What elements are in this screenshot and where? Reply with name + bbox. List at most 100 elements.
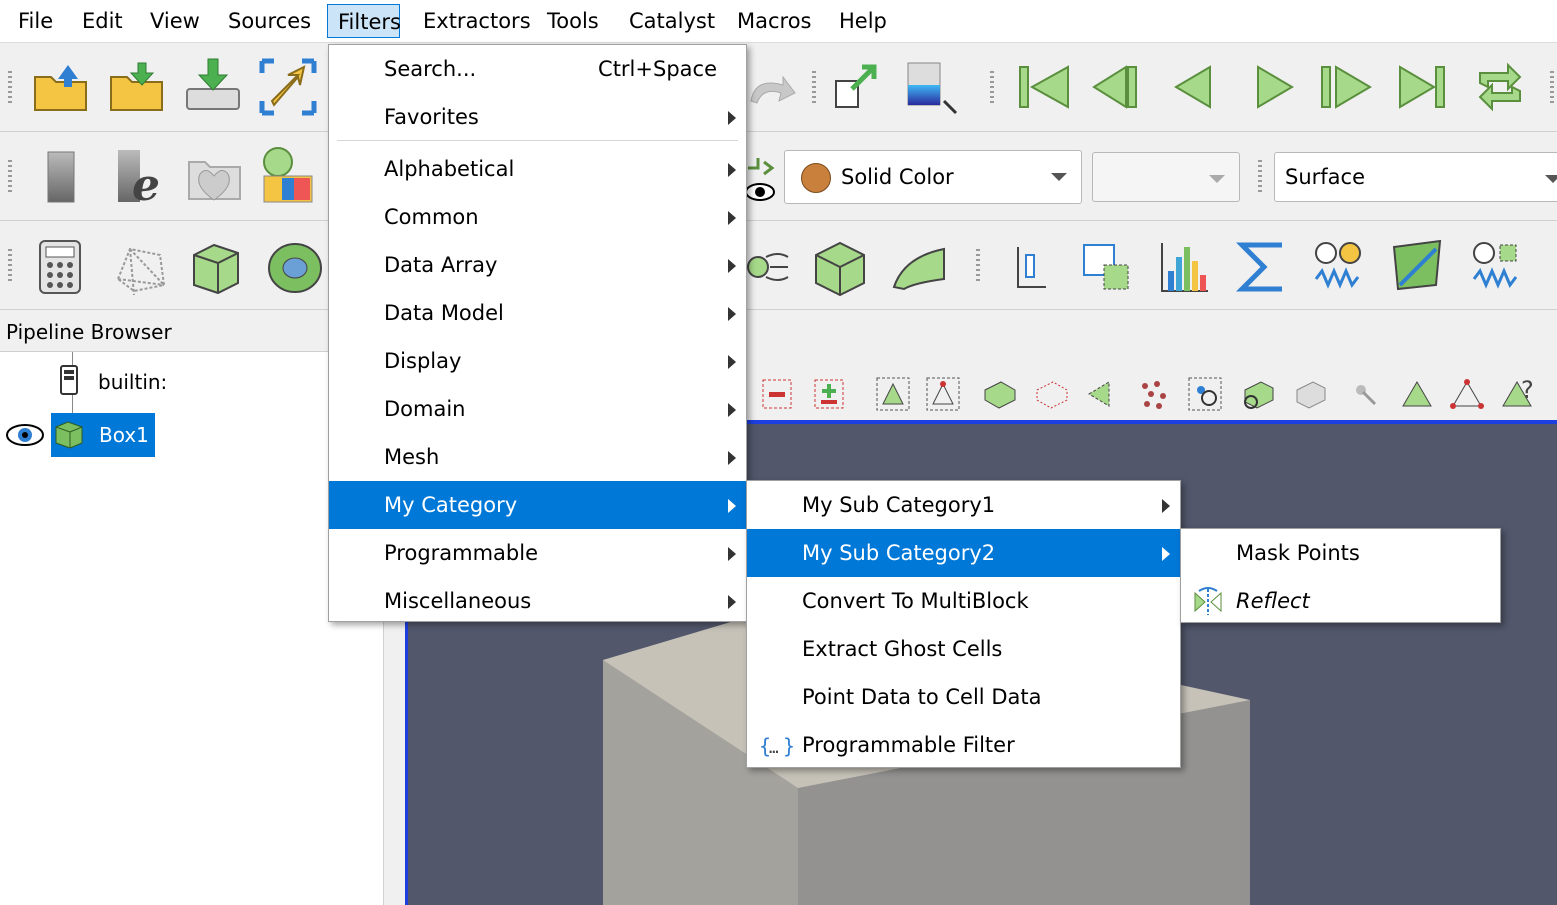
menu-item-mesh[interactable]: Mesh: [329, 433, 746, 481]
select-points-polygon-icon[interactable]: [1351, 380, 1379, 408]
visibility-eye-icon[interactable]: [744, 156, 776, 204]
menu-item-reflect[interactable]: Reflect: [1181, 577, 1500, 625]
menu-bar: File Edit View Sources Filters Extractor…: [0, 0, 1557, 43]
toolbar-grip[interactable]: [1550, 71, 1554, 105]
menu-item-convert-to-multiblock[interactable]: Convert To MultiBlock: [747, 577, 1180, 625]
hover-cells-icon[interactable]: [1239, 376, 1275, 412]
select-cells-frustum-icon[interactable]: [981, 376, 1017, 412]
connect-icon[interactable]: [258, 57, 318, 117]
plot-over-time-icon[interactable]: [1312, 239, 1368, 295]
menu-item-domain[interactable]: Domain: [329, 385, 746, 433]
color-bar-icon[interactable]: [44, 150, 78, 204]
toolbar-grip[interactable]: [8, 249, 12, 283]
warp-icon[interactable]: [890, 243, 948, 291]
stream-tracer-icon[interactable]: [746, 245, 790, 291]
menu-item-data-array[interactable]: Data Array: [329, 241, 746, 289]
menu-item-common[interactable]: Common: [329, 193, 746, 241]
play-icon[interactable]: [1254, 63, 1298, 111]
menu-item-label: Domain: [384, 397, 466, 421]
menu-item-point-data-to-cell-data[interactable]: Point Data to Cell Data: [747, 673, 1180, 721]
remove-selection-icon[interactable]: [761, 378, 793, 410]
coloring-combo[interactable]: Solid Color: [784, 150, 1082, 204]
grow-selection-icon[interactable]: [813, 378, 845, 410]
selection-help-icon[interactable]: ?: [1499, 376, 1539, 412]
extract-subset-icon[interactable]: [812, 239, 868, 297]
menu-item-favorites[interactable]: Favorites: [329, 93, 746, 141]
menu-catalyst[interactable]: Catalyst: [619, 4, 725, 38]
pipeline-item-box1[interactable]: Box1: [51, 413, 155, 457]
menu-item-programmable[interactable]: Programmable: [329, 529, 746, 577]
select-cells-polygon-icon[interactable]: [1291, 376, 1327, 412]
menu-filters[interactable]: Filters: [327, 4, 401, 38]
calculator-icon[interactable]: [36, 239, 84, 297]
menu-tools[interactable]: Tools: [537, 4, 609, 38]
toolbar-grip[interactable]: [990, 71, 994, 105]
menu-item-programmable-filter[interactable]: { … } Programmable Filter: [747, 721, 1180, 769]
menu-item-data-model[interactable]: Data Model: [329, 289, 746, 337]
menu-help[interactable]: Help: [829, 4, 897, 38]
menu-item-alphabetical[interactable]: Alphabetical: [329, 145, 746, 193]
previous-frame-icon[interactable]: [1090, 63, 1148, 111]
select-points-frustum-icon[interactable]: [1033, 376, 1069, 412]
probe-line-icon[interactable]: [1010, 243, 1050, 291]
menu-item-my-sub-category2[interactable]: My Sub Category2: [747, 529, 1180, 577]
select-block-icon[interactable]: [1083, 376, 1119, 412]
toolbar-grip[interactable]: [812, 71, 816, 105]
menu-item-miscellaneous[interactable]: Miscellaneous: [329, 577, 746, 625]
menu-view[interactable]: View: [140, 4, 210, 38]
menu-item-my-sub-category1[interactable]: My Sub Category1: [747, 481, 1180, 529]
camera-reset-icon[interactable]: [832, 59, 884, 115]
first-frame-icon[interactable]: [1016, 63, 1072, 111]
plot-selection-over-time-icon[interactable]: [1470, 239, 1526, 295]
save-data-icon[interactable]: [184, 57, 242, 113]
plot-over-line-icon[interactable]: [1390, 237, 1446, 297]
open-file-icon[interactable]: [32, 59, 90, 113]
menu-item-my-category[interactable]: My Category: [329, 481, 746, 529]
menu-edit[interactable]: Edit: [72, 4, 133, 38]
redo-icon[interactable]: [745, 67, 797, 111]
toolbar-grip[interactable]: [8, 160, 12, 194]
contour-icon[interactable]: [112, 239, 168, 295]
select-triangle-icon[interactable]: [1449, 376, 1485, 412]
menu-item-label: Programmable Filter: [802, 733, 1015, 757]
save-state-icon[interactable]: [108, 59, 166, 113]
menu-sources[interactable]: Sources: [218, 4, 321, 38]
menu-item-search[interactable]: Search... Ctrl+Space: [329, 45, 746, 93]
step-back-icon[interactable]: [1172, 63, 1216, 111]
select-cells-on-icon[interactable]: [875, 376, 911, 412]
favorites-folder-icon[interactable]: [186, 148, 244, 206]
zoom-to-data-icon[interactable]: [904, 57, 962, 117]
chevron-right-icon: [728, 163, 736, 177]
menu-file[interactable]: File: [8, 4, 63, 38]
color-legend-icon[interactable]: [260, 146, 316, 206]
extract-selection-icon[interactable]: [1080, 241, 1136, 293]
menu-item-mask-points[interactable]: Mask Points: [1181, 529, 1500, 577]
representation-combo[interactable]: Surface: [1274, 152, 1557, 202]
menu-item-display[interactable]: Display: [329, 337, 746, 385]
eye-visibility-icon[interactable]: [4, 420, 46, 450]
hover-points-icon[interactable]: [1187, 376, 1223, 412]
chevron-right-icon: [728, 111, 736, 125]
menu-macros[interactable]: Macros: [727, 4, 822, 38]
chevron-right-icon: [1162, 547, 1170, 561]
histogram-icon[interactable]: [1158, 239, 1212, 295]
server-label[interactable]: builtin:: [98, 370, 167, 394]
loop-icon[interactable]: [1474, 61, 1526, 113]
menu-extractors[interactable]: Extractors: [413, 4, 541, 38]
interactive-select-cells-icon[interactable]: [1135, 376, 1171, 412]
slice-icon[interactable]: [266, 239, 324, 297]
menu-item-label: Point Data to Cell Data: [802, 685, 1042, 709]
clip-icon[interactable]: [188, 239, 244, 295]
toolbar-grip[interactable]: [8, 71, 12, 105]
clear-selection-icon[interactable]: [1399, 376, 1435, 412]
toolbar-grip[interactable]: [1258, 160, 1262, 194]
toolbar-grip[interactable]: [976, 249, 980, 283]
select-points-on-icon[interactable]: [925, 376, 961, 412]
component-combo[interactable]: [1092, 152, 1240, 202]
next-frame-icon[interactable]: [1318, 63, 1376, 111]
edit-color-map-icon[interactable]: e: [114, 148, 170, 206]
menu-item-extract-ghost-cells[interactable]: Extract Ghost Cells: [747, 625, 1180, 673]
chevron-right-icon: [728, 259, 736, 273]
last-frame-icon[interactable]: [1396, 63, 1452, 111]
integrate-variables-icon[interactable]: [1236, 239, 1288, 295]
